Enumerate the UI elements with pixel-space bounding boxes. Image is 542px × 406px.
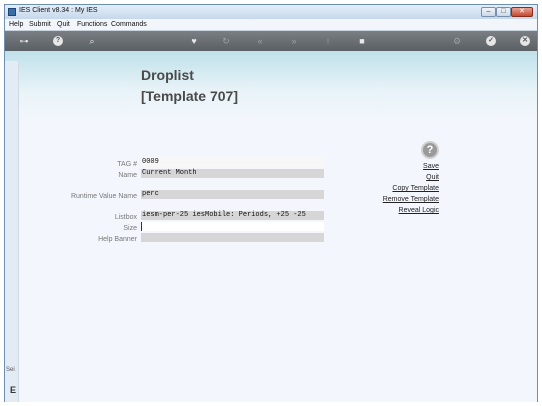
menu-functions[interactable]: Functions	[77, 21, 107, 28]
ok-icon[interactable]: ✓	[486, 36, 496, 46]
listbox-label: Listbox	[114, 214, 137, 221]
main-canvas: Sei E Droplist [Template 707] TAG # 0009…	[5, 51, 537, 402]
page-subtitle: [Template 707]	[141, 88, 238, 104]
menu-bar: Help Submit Quit Functions Commands	[5, 19, 537, 31]
maximize-button[interactable]: □	[496, 7, 511, 17]
search-icon[interactable]: ⌕	[87, 36, 97, 46]
copy-template-link[interactable]: Copy Template	[392, 185, 439, 192]
upload-icon[interactable]: ↑	[323, 36, 333, 46]
size-label: Size	[123, 225, 137, 232]
info-icon[interactable]: ?	[53, 36, 63, 46]
left-rail: Sei E	[5, 61, 19, 402]
remove-template-link[interactable]: Remove Template	[383, 196, 439, 203]
reveal-logic-link[interactable]: Reveal Logic	[399, 207, 439, 214]
heart-icon[interactable]: ♥	[189, 36, 199, 46]
menu-help[interactable]: Help	[9, 21, 23, 28]
name-field[interactable]: Current Month	[141, 169, 324, 178]
help-banner-field[interactable]	[141, 233, 324, 242]
listbox-field[interactable]: iesm-per-25 iesMobile: Periods, +25 -25	[141, 211, 324, 220]
app-icon	[8, 8, 16, 16]
key-icon[interactable]: ⊶	[13, 36, 35, 46]
size-input[interactable]	[141, 222, 324, 231]
quit-link[interactable]: Quit	[426, 174, 439, 181]
fast-forward-icon[interactable]: »	[289, 36, 299, 46]
rail-mark: E	[10, 385, 17, 395]
toolbar: ⊶ ? ⌕ ♥ ↻ « » ↑ ■ ⚙ ✓ ✕	[5, 31, 537, 51]
runtime-label: Runtime Value Name	[70, 193, 137, 200]
menu-commands[interactable]: Commands	[111, 21, 147, 28]
runtime-field[interactable]: perc	[141, 190, 324, 199]
cancel-icon[interactable]: ✕	[520, 36, 530, 46]
rewind-icon[interactable]: «	[255, 36, 265, 46]
minimize-button[interactable]: –	[481, 7, 496, 17]
stop-icon[interactable]: ■	[357, 36, 367, 46]
name-label: Name	[118, 172, 137, 179]
menu-quit[interactable]: Quit	[57, 21, 70, 28]
app-window: IES Client v8.34 : My IES – □ ✕ Help Sub…	[4, 4, 538, 402]
help-icon[interactable]: ?	[421, 141, 439, 159]
refresh-icon[interactable]: ↻	[221, 36, 231, 46]
help-banner-label: Help Banner	[98, 236, 137, 243]
tag-label: TAG #	[117, 161, 137, 168]
save-link[interactable]: Save	[423, 163, 439, 170]
tag-field[interactable]: 0009	[141, 158, 324, 167]
settings-icon[interactable]: ⚙	[452, 36, 462, 46]
close-button[interactable]: ✕	[511, 7, 533, 17]
page-title: Droplist	[141, 67, 194, 83]
window-title: IES Client v8.34 : My IES	[19, 7, 98, 14]
rail-text: Sei	[6, 367, 15, 373]
menu-submit[interactable]: Submit	[29, 21, 51, 28]
title-bar: IES Client v8.34 : My IES – □ ✕	[5, 5, 537, 19]
